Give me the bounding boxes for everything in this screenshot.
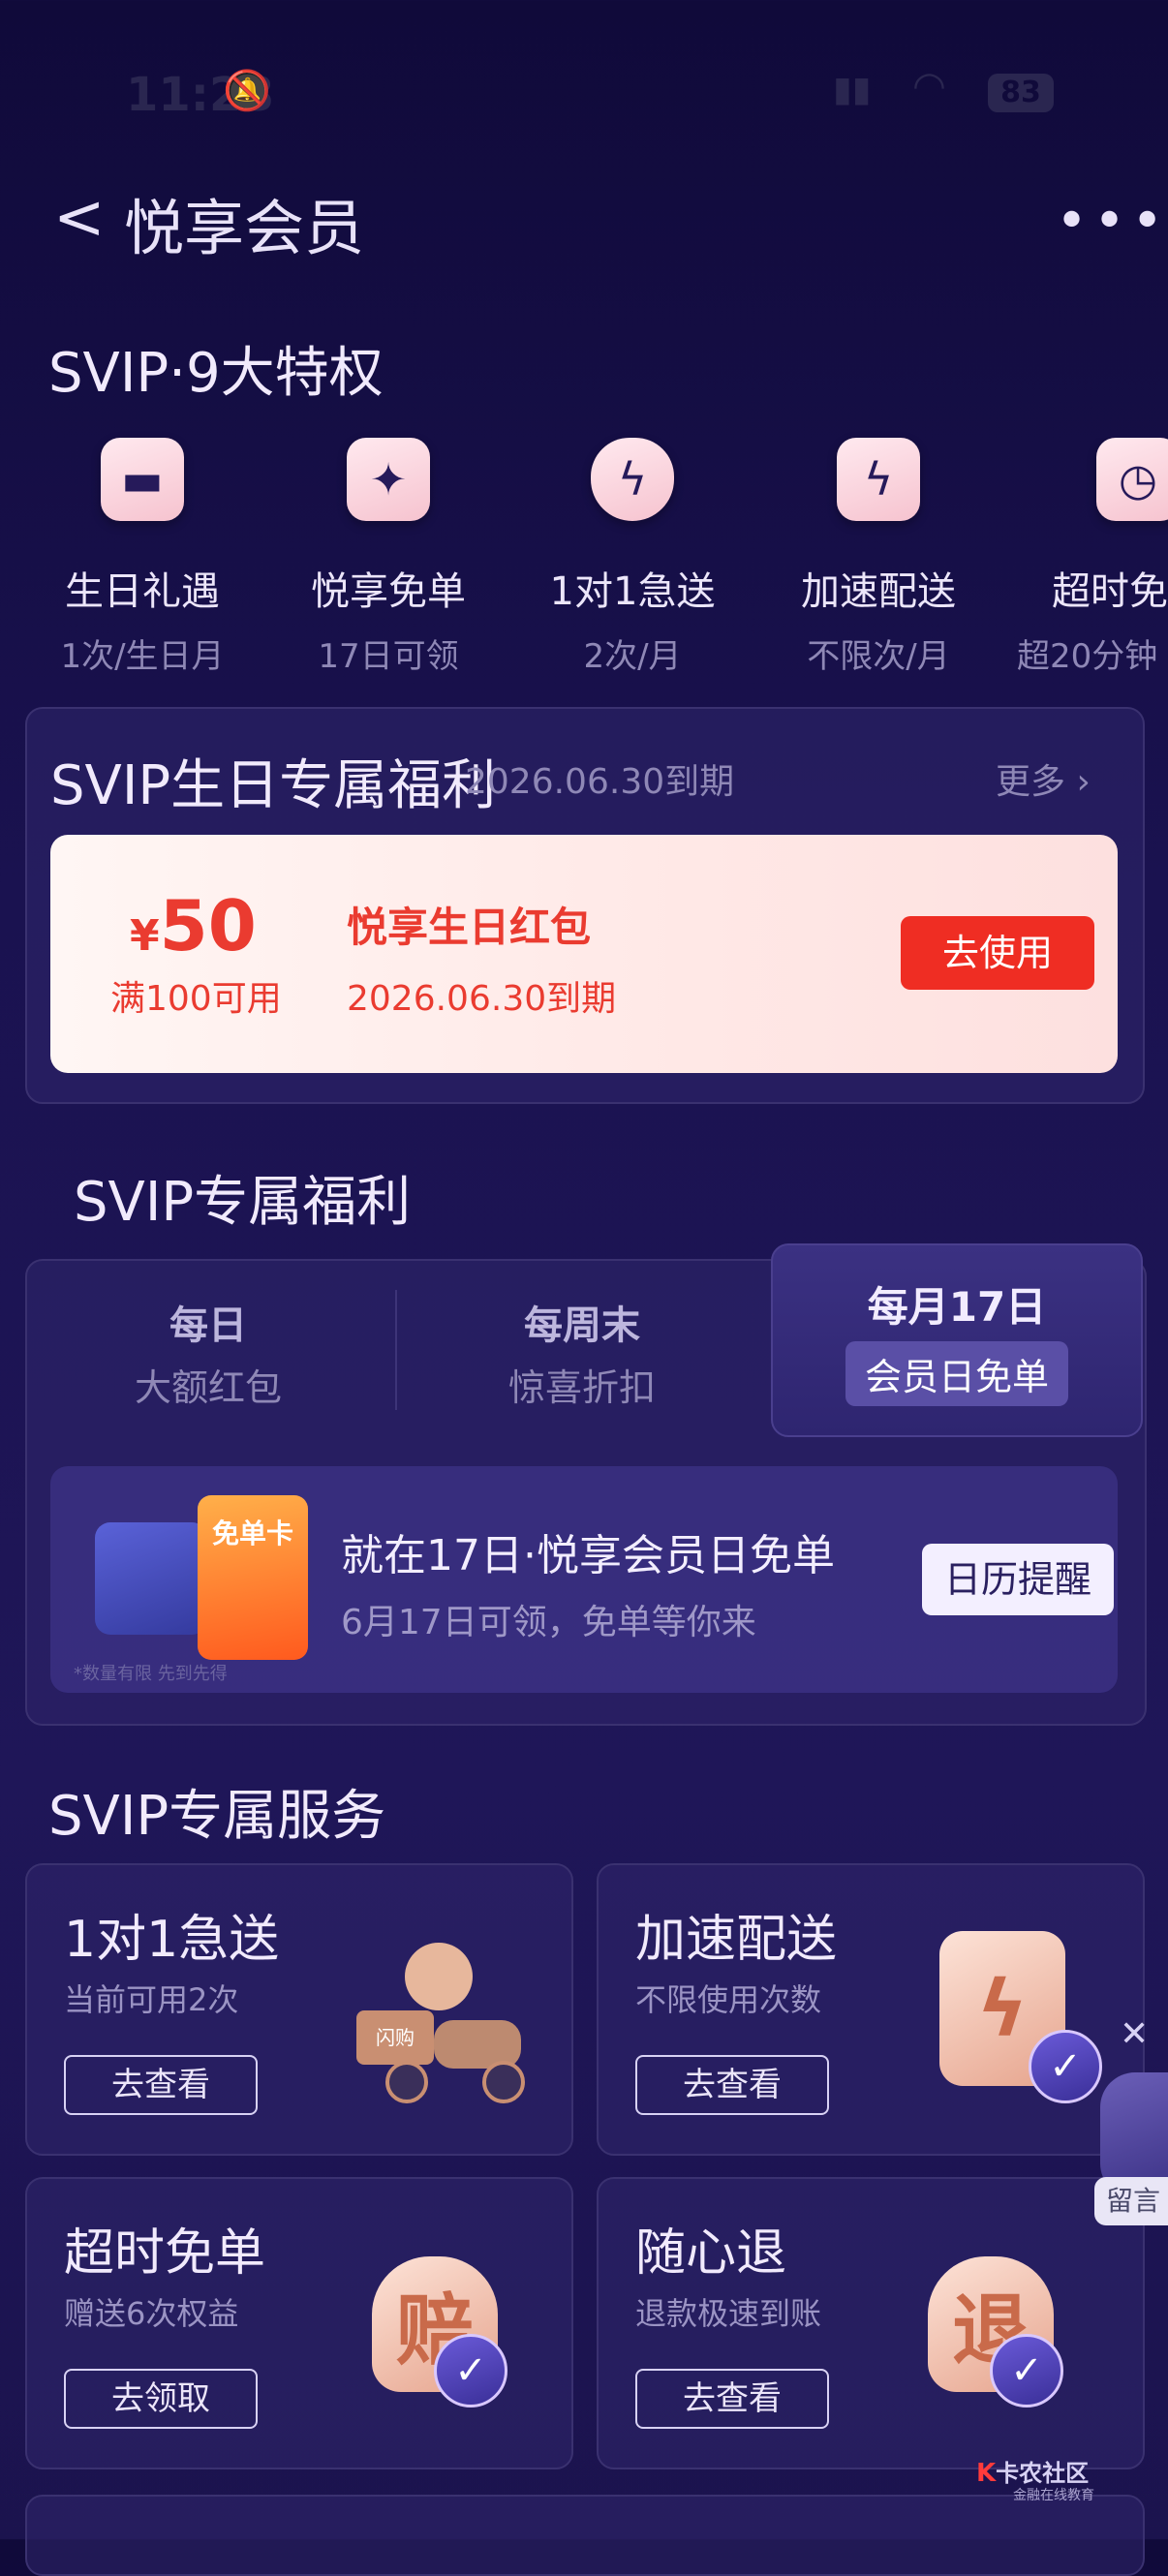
service-desc: 不限使用次数 [635, 1981, 822, 2018]
tab-title: 每月17日 [867, 1283, 1047, 1331]
service-desc: 退款极速到账 [635, 2295, 822, 2332]
privilege-item[interactable]: ◷ 超时免 超20分钟 [1003, 438, 1168, 677]
check-shield-icon: ✓ [1029, 2030, 1102, 2103]
shield-bolt-icon: ϟ [591, 438, 674, 521]
privilege-item[interactable]: ϟ 1对1急送 2次/月 [511, 438, 753, 677]
chevron-right-icon: › [1065, 762, 1091, 802]
tab-monthly[interactable]: 每月17日 会员日免单 [771, 1243, 1143, 1437]
amount-value: 50 [159, 885, 257, 966]
check-shield-icon: ✓ [434, 2334, 507, 2407]
privilege-name: 1对1急送 [549, 569, 716, 614]
tab-daily[interactable]: 每日 大额红包 [58, 1294, 358, 1411]
view-button[interactable]: 去查看 [64, 2055, 258, 2115]
service-card[interactable]: 随心退 退款极速到账 去查看 退 ✓ [597, 2177, 1145, 2469]
privilege-sub: 不限次/月 [807, 637, 950, 676]
message-label[interactable]: 留言 [1094, 2177, 1168, 2225]
more-button[interactable]: ••• [1056, 190, 1168, 253]
tab-divider [395, 1290, 397, 1410]
tab-sub: 会员日免单 [845, 1341, 1068, 1406]
service-desc: 赠送6次权益 [64, 2295, 239, 2332]
view-button[interactable]: 去查看 [635, 2369, 829, 2429]
coupon-amount: ¥50 [130, 885, 257, 966]
watermark-text: 卡农社区 [996, 2460, 1090, 2487]
privilege-sub: 1次/生日月 [60, 637, 225, 676]
coupon-condition: 满100可用 [110, 979, 282, 1019]
service-title: 随心退 [635, 2224, 787, 2283]
tab-sub: 大额红包 [134, 1366, 282, 1409]
privilege-item[interactable]: ϟ 加速配送 不限次/月 [757, 438, 999, 677]
check-shield-icon: ✓ [990, 2334, 1063, 2407]
service-desc: 当前可用2次 [64, 1981, 239, 2018]
watermark-logo: K卡农社区 [976, 2454, 1089, 2488]
promo-title: 就在17日·悦享会员日免单 [341, 1531, 835, 1580]
promo-note: *数量有限 先到先得 [74, 1664, 228, 1684]
birthday-coupon: ¥50 满100可用 悦享生日红包 2026.06.30到期 去使用 [50, 835, 1118, 1073]
mute-icon: 🔕 [223, 69, 271, 113]
cup-icon: ✦ [347, 438, 430, 521]
privileges-title: SVIP·9大特权 [48, 342, 384, 405]
service-card[interactable]: 超时免单 赠送6次权益 去领取 赔 ✓ [25, 2177, 573, 2469]
services-title: SVIP专属服务 [48, 1785, 386, 1848]
tab-weekend[interactable]: 每周末 惊喜折扣 [432, 1294, 732, 1411]
more-link-label: 更多 [996, 762, 1066, 802]
promo-card: 免单卡 *数量有限 先到先得 就在17日·悦享会员日免单 6月17日可领，免单等… [50, 1466, 1118, 1693]
promo-desc: 6月17日可领，免单等你来 [341, 1603, 756, 1642]
tab-title: 每周末 [524, 1303, 640, 1348]
service-title: 超时免单 [64, 2224, 266, 2283]
clock-icon: ◷ [1096, 438, 1168, 521]
wheel [482, 2061, 525, 2103]
battery-icon: 83 [988, 74, 1054, 112]
cake-icon: ▬ [101, 438, 184, 521]
claim-button[interactable]: 去领取 [64, 2369, 258, 2429]
currency-symbol: ¥ [130, 911, 160, 961]
privilege-name: 悦享免单 [311, 569, 466, 614]
service-title: 1对1急送 [64, 1911, 280, 1969]
delivery-box: 闪购 [356, 2010, 434, 2065]
privilege-name: 超时免 [1052, 569, 1168, 614]
close-icon[interactable]: ✕ [1120, 2014, 1149, 2054]
service-card[interactable]: 1对1急送 当前可用2次 去查看 闪购 [25, 1863, 573, 2156]
calendar-reminder-button[interactable]: 日历提醒 [922, 1544, 1114, 1615]
coupon-name: 悦享生日红包 [347, 904, 592, 951]
next-section-card [25, 2495, 1145, 2576]
tab-sub: 惊喜折扣 [507, 1366, 656, 1409]
privilege-sub: 超20分钟 [1017, 637, 1158, 676]
watermark-sub: 金融在线教育 [1013, 2488, 1094, 2503]
bolt-icon: ϟ [837, 438, 920, 521]
birthday-expire: 2026.06.30到期 [465, 762, 735, 802]
privilege-item[interactable]: ▬ 生日礼遇 1次/生日月 [21, 438, 263, 677]
exclusive-title: SVIP专属福利 [74, 1171, 412, 1234]
status-bar: 11:28 🔕 ▮▮ ◠ 83 [0, 0, 1168, 184]
privilege-name: 加速配送 [801, 569, 956, 614]
birthday-title: SVIP生日专属福利 [50, 754, 497, 817]
signal-icon: ▮▮ [833, 70, 872, 109]
page-title: 悦享会员 [124, 193, 365, 263]
privilege-item[interactable]: ✦ 悦享免单 17日可领 [267, 438, 509, 677]
privilege-sub: 17日可领 [318, 637, 459, 676]
back-button[interactable]: < [53, 182, 106, 254]
more-link[interactable]: 更多 › [996, 753, 1091, 804]
privilege-sub: 2次/月 [583, 637, 682, 676]
service-title: 加速配送 [635, 1911, 838, 1969]
courier-scooter-icon: 闪购 [356, 1943, 525, 2103]
courier-head [405, 1943, 473, 2010]
view-button[interactable]: 去查看 [635, 2055, 829, 2115]
service-card[interactable]: 加速配送 不限使用次数 去查看 ϟ ✓ [597, 1863, 1145, 2156]
gift-icon [95, 1522, 207, 1635]
use-coupon-button[interactable]: 去使用 [901, 916, 1094, 990]
tab-title: 每日 [169, 1303, 247, 1348]
wifi-icon: ◠ [912, 64, 946, 108]
privilege-name: 生日礼遇 [65, 569, 220, 614]
coupon-expire: 2026.06.30到期 [347, 979, 617, 1019]
free-order-card-icon: 免单卡 [198, 1495, 308, 1660]
watermark-k-icon: K [976, 2459, 997, 2488]
wheel [385, 2061, 428, 2103]
